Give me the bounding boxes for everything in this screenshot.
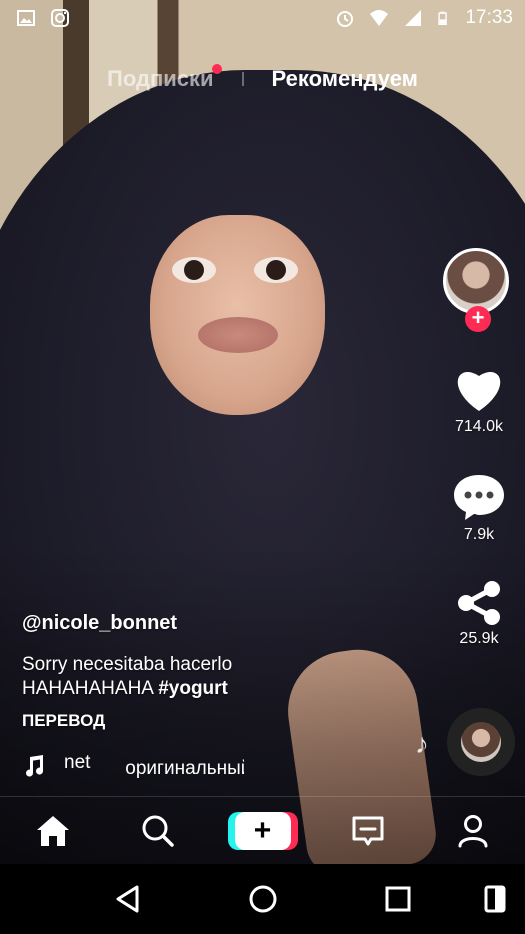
nav-create[interactable]: +	[227, 801, 298, 861]
image-icon	[17, 10, 35, 26]
back-icon[interactable]	[113, 884, 143, 914]
system-nav-bar	[0, 864, 525, 934]
signal-icon	[405, 10, 422, 26]
follow-plus-icon[interactable]: +	[465, 306, 491, 332]
tab-following[interactable]: Подписки	[107, 64, 222, 92]
like-action[interactable]: 714.0k	[443, 364, 515, 436]
wifi-icon	[370, 10, 389, 26]
tab-for-you[interactable]: Рекомендуем	[272, 66, 418, 92]
tab-following-label: Подписки	[107, 66, 214, 91]
translate-button[interactable]: ПЕРЕВОД	[22, 711, 382, 731]
profile-icon	[458, 815, 487, 848]
sound-disc-button[interactable]	[447, 708, 515, 776]
nav-home[interactable]	[23, 801, 83, 861]
notification-dot	[211, 64, 222, 74]
video-lips	[198, 317, 278, 353]
action-rail: + 714.0k 7.9k 25.9k	[443, 248, 515, 648]
share-icon[interactable]	[454, 580, 504, 626]
comment-icon[interactable]	[452, 472, 506, 522]
caption-text: Sorry necesitaba hacerlo HAHAHAHAHA #yog…	[22, 653, 382, 701]
caption-line-2: HAHAHAHAHA #yogurt	[22, 677, 382, 701]
caption-line-1: Sorry necesitaba hacerlo	[22, 654, 233, 675]
share-action[interactable]: 25.9k	[443, 580, 515, 648]
create-button[interactable]: +	[227, 812, 298, 850]
comment-action[interactable]: 7.9k	[443, 472, 515, 544]
home-circle-icon[interactable]	[248, 884, 278, 914]
sound-text-fragment: net	[64, 752, 91, 773]
alarm-icon	[337, 11, 354, 27]
status-time: 17:33	[465, 7, 513, 28]
feed-tabs: Подписки Рекомендуем	[0, 64, 525, 92]
nav-profile[interactable]	[443, 801, 503, 861]
caption-laugh: HAHAHAHAHA	[22, 678, 153, 699]
plus-icon: +	[234, 812, 291, 850]
heart-icon[interactable]	[451, 364, 507, 414]
like-count: 714.0k	[454, 418, 504, 435]
music-note-icon	[26, 755, 44, 777]
status-bar: 17:33	[0, 0, 525, 36]
sound-disc-avatar	[461, 722, 501, 762]
sound-marquee: net оригинальный звук	[64, 752, 244, 780]
instagram-icon	[51, 9, 69, 27]
video-eye-right	[254, 257, 298, 283]
tab-separator	[241, 72, 244, 86]
music-note-float-icon: ♪	[415, 728, 429, 759]
creator-username[interactable]: @nicole_bonnet	[22, 612, 382, 635]
video-caption: @nicole_bonnet Sorry necesitaba hacerlo …	[22, 612, 382, 731]
nav-inbox[interactable]	[338, 801, 398, 861]
sound-text-main: оригинальный звук	[125, 758, 244, 779]
comment-count: 7.9k	[463, 526, 495, 543]
tab-for-you-label: Рекомендуем	[271, 66, 418, 91]
search-icon	[142, 815, 174, 847]
creator-avatar-button[interactable]: +	[443, 248, 515, 332]
nav-discover[interactable]	[128, 801, 188, 861]
hashtag-link[interactable]: #yogurt	[158, 678, 228, 699]
home-icon	[36, 816, 69, 846]
keyboard-switch-icon[interactable]	[483, 884, 507, 914]
share-count: 25.9k	[459, 630, 499, 647]
bottom-nav: +	[0, 796, 525, 865]
sound-row[interactable]: net оригинальный звук	[22, 752, 244, 780]
battery-icon	[438, 11, 448, 25]
inbox-icon	[352, 816, 383, 846]
video-eye-left	[172, 257, 216, 283]
video-face	[150, 215, 325, 415]
recents-icon[interactable]	[383, 884, 413, 914]
